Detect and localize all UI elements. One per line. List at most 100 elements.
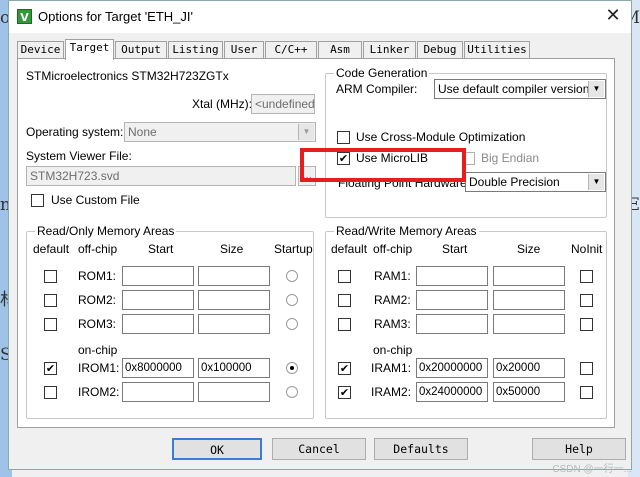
iram2-start-input[interactable]: 0x24000000	[416, 382, 488, 402]
os-select[interactable]: None ▼	[124, 122, 316, 142]
title-bar: V Options for Target 'ETH_JI' ✕	[9, 1, 631, 33]
cross-module-optimization-checkbox[interactable]	[337, 131, 350, 144]
cross-module-optimization-label: Use Cross-Module Optimization	[356, 130, 526, 144]
tab-c-cpp[interactable]: C/C++	[265, 41, 317, 59]
rom3-start-input[interactable]	[122, 314, 194, 334]
irom1-label: IROM1:	[78, 361, 120, 375]
ram2-size-input[interactable]	[493, 290, 565, 310]
cancel-button[interactable]: Cancel	[272, 438, 366, 460]
ram1-noinit-checkbox[interactable]	[580, 270, 593, 283]
use-custom-file-label: Use Custom File	[51, 193, 140, 207]
irom2-size-input[interactable]	[198, 382, 270, 402]
svf-field[interactable]: STM32H723.svd	[26, 166, 296, 186]
watermark: CSDN @一行一...	[552, 464, 632, 475]
ro-header-offchip: off-chip	[78, 242, 118, 256]
ram1-size-input[interactable]	[493, 266, 565, 286]
irom2-default-checkbox[interactable]	[44, 386, 57, 399]
rom2-default-checkbox[interactable]	[44, 294, 57, 307]
ok-button[interactable]: OK	[172, 438, 262, 460]
xtal-field[interactable]: <undefined>	[251, 94, 315, 114]
defaults-button[interactable]: Defaults	[374, 438, 468, 460]
ram3-start-input[interactable]	[416, 314, 488, 334]
help-button[interactable]: Help	[532, 438, 626, 460]
irom1-start-input[interactable]: 0x8000000	[122, 358, 194, 378]
svf-label: System Viewer File:	[26, 149, 132, 163]
rw-header-default: default	[331, 242, 368, 256]
ram1-label: RAM1:	[374, 269, 411, 283]
iram1-size-input[interactable]: 0x20000	[493, 358, 565, 378]
rom3-default-checkbox[interactable]	[44, 318, 57, 331]
irom1-default-checkbox[interactable]: ✔	[44, 362, 57, 375]
iram1-noinit-checkbox[interactable]	[580, 362, 593, 375]
rom2-size-input[interactable]	[198, 290, 270, 310]
tab-user[interactable]: User	[224, 41, 264, 59]
tab-utilities[interactable]: Utilities	[464, 41, 530, 59]
ram3-noinit-checkbox[interactable]	[580, 318, 593, 331]
tab-linker[interactable]: Linker	[363, 41, 416, 59]
rom2-start-input[interactable]	[122, 290, 194, 310]
rw-header-start: Start	[442, 242, 468, 256]
iram2-default-checkbox[interactable]: ✔	[338, 386, 351, 399]
chevron-down-icon: ▼	[298, 124, 314, 140]
ro-header-startup: Startup	[274, 242, 313, 256]
rom1-label: ROM1:	[78, 269, 117, 283]
iram2-label: IRAM2:	[371, 385, 412, 399]
arm-compiler-label: ARM Compiler:	[336, 82, 418, 96]
tab-target[interactable]: Target	[65, 39, 114, 60]
iram1-start-input[interactable]: 0x20000000	[416, 358, 488, 378]
tab-debug[interactable]: Debug	[417, 41, 463, 59]
rw-header-size: Size	[517, 242, 541, 256]
rom1-start-input[interactable]	[122, 266, 194, 286]
os-label: Operating system:	[26, 125, 124, 139]
irom2-label: IROM2:	[78, 385, 120, 399]
close-icon[interactable]: ✕	[601, 5, 625, 29]
rom3-size-input[interactable]	[198, 314, 270, 334]
ram2-label: RAM2:	[374, 293, 411, 307]
code-generation-title: Code Generation	[334, 66, 430, 80]
big-endian-label: Big Endian	[481, 151, 540, 165]
arm-compiler-select[interactable]: Use default compiler version 5 ▼	[434, 79, 606, 99]
ram3-default-checkbox[interactable]	[338, 318, 351, 331]
rom2-label: ROM2:	[78, 293, 117, 307]
irom2-startup-radio[interactable]	[286, 386, 298, 398]
ram2-noinit-checkbox[interactable]	[580, 294, 593, 307]
ro-header-size: Size	[220, 242, 244, 256]
chevron-down-icon: ▼	[588, 174, 604, 190]
tab-asm[interactable]: Asm	[318, 41, 362, 59]
ram2-start-input[interactable]	[416, 290, 488, 310]
rom2-startup-radio[interactable]	[286, 294, 298, 306]
irom2-start-input[interactable]	[122, 382, 194, 402]
tab-output[interactable]: Output	[115, 41, 167, 59]
ram2-default-checkbox[interactable]	[338, 294, 351, 307]
fp-hardware-value: Double Precision	[469, 175, 560, 189]
fp-hardware-select[interactable]: Double Precision ▼	[465, 172, 606, 192]
tab-device[interactable]: Device	[17, 41, 64, 59]
readwrite-memory-title: Read/Write Memory Areas	[334, 224, 479, 238]
rom1-size-input[interactable]	[198, 266, 270, 286]
irom1-size-input[interactable]: 0x100000	[198, 358, 270, 378]
rom1-default-checkbox[interactable]	[44, 270, 57, 283]
rom1-startup-radio[interactable]	[286, 270, 298, 282]
rom3-label: ROM3:	[78, 317, 117, 331]
dialog-title: Options for Target 'ETH_JI'	[38, 9, 194, 24]
os-value: None	[128, 125, 157, 139]
iram1-default-checkbox[interactable]: ✔	[338, 362, 351, 375]
ram3-size-input[interactable]	[493, 314, 565, 334]
annotation-highlight-box	[300, 148, 466, 182]
ram1-start-input[interactable]	[416, 266, 488, 286]
ro-header-start: Start	[148, 242, 174, 256]
ro-onchip-label: on-chip	[78, 343, 118, 357]
iram2-noinit-checkbox[interactable]	[580, 386, 593, 399]
irom1-startup-radio[interactable]	[286, 362, 298, 374]
device-name: STMicroelectronics STM32H723ZGTx	[26, 69, 229, 83]
ram3-label: RAM3:	[374, 317, 411, 331]
rom3-startup-radio[interactable]	[286, 318, 298, 330]
readonly-memory-title: Read/Only Memory Areas	[35, 224, 177, 238]
chevron-down-icon: ▼	[588, 81, 604, 97]
tab-listing[interactable]: Listing	[168, 41, 223, 59]
use-custom-file-checkbox[interactable]	[31, 194, 44, 207]
ro-header-default: default	[33, 242, 70, 256]
ram1-default-checkbox[interactable]	[338, 270, 351, 283]
target-tab-panel: STMicroelectronics STM32H723ZGTx Xtal (M…	[17, 58, 615, 428]
iram2-size-input[interactable]: 0x50000	[493, 382, 565, 402]
